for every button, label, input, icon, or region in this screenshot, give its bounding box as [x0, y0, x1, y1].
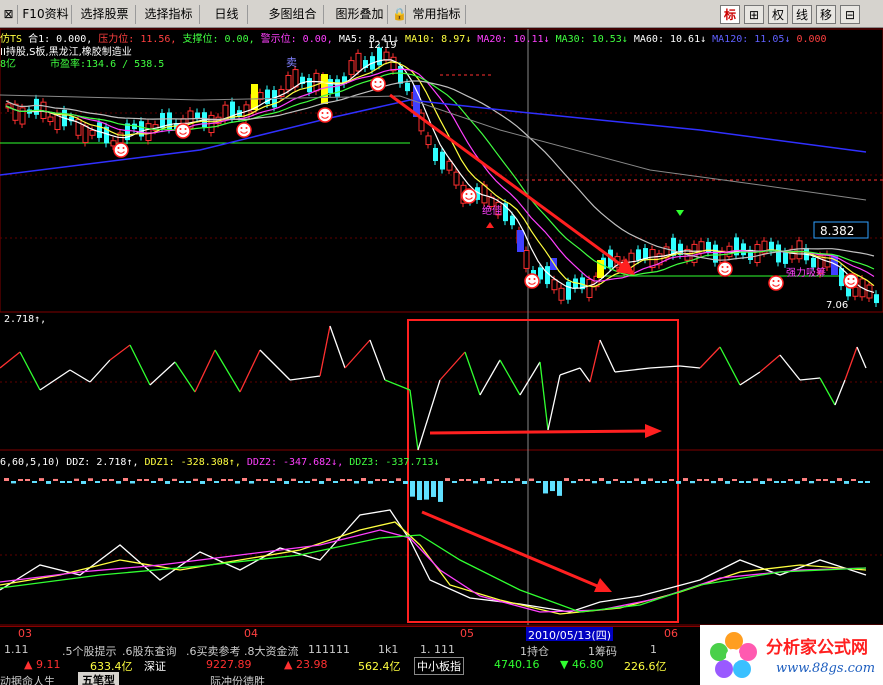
index3-change: ▼ 46.80 — [560, 658, 604, 671]
status-function-item[interactable]: .8大资金流 — [244, 643, 299, 659]
absorb-signal-tag: 强力吸筹 — [786, 266, 826, 279]
index1-name[interactable]: 深证 — [144, 658, 166, 674]
index2-change: ▲ 23.98 — [284, 658, 328, 671]
ime-hint-right: 际冲份德胜 — [210, 675, 265, 685]
month-label: 03 — [18, 627, 32, 640]
site-watermark: 分析家公式网 www.88gs.com — [700, 625, 883, 685]
status-function-item[interactable]: 1k1 — [378, 643, 398, 656]
low-price-label: 7.06 — [826, 300, 848, 311]
down-arrow-icon — [676, 210, 684, 216]
oscillator-line — [0, 325, 867, 451]
indicator-value: 0.000 — [790, 34, 827, 45]
trend-arrow-main — [389, 93, 635, 275]
trend-arrow-sub1 — [429, 424, 662, 438]
ddz-value: DDZ1: -328.308↑, — [138, 457, 241, 468]
sub2-indicator-values: DDZ: 2.718↑, DDZ1: -328.308↑, DDZ2: -347… — [66, 457, 439, 468]
sub2-header: 6,60,5,10) DDZ: 2.718↑, DDZ1: -328.308↑,… — [0, 457, 440, 468]
index3-amount: 226.6亿 — [624, 660, 667, 673]
up-arrow-icon — [486, 222, 494, 228]
main-indicator-values: 合1: 0.000, 压力位: 11.56, 支撑位: 0.00, 警示位: 0… — [28, 34, 826, 45]
pe-ratio: 市盈率:134.6 / 538.5 — [50, 59, 165, 70]
indicator-value: 警示位: 0.00, — [254, 34, 333, 45]
flower-logo-icon — [710, 632, 757, 678]
index2-amount: 562.4亿 — [358, 660, 401, 673]
ime-hint-left: 动据命人生 — [0, 675, 55, 685]
month-label: 04 — [244, 627, 258, 640]
indicator-value: MA20: 10.11↓ — [471, 34, 550, 45]
watermark-url: www.88gs.com — [776, 661, 876, 676]
highlight-box — [407, 319, 679, 623]
moving-average-lines — [0, 59, 875, 293]
indicator-value: 支撑位: 0.00, — [176, 34, 255, 45]
trend-arrow-sub2 — [421, 510, 612, 592]
sub1-label: 2.718↑, — [4, 314, 47, 325]
market-cap: 8亿 — [0, 59, 17, 70]
status-function-item[interactable]: .6买卖参考 — [186, 643, 241, 659]
price-tag: 8.382 — [820, 224, 854, 238]
ddz-value: DDZ: 2.718↑, — [66, 457, 139, 468]
index3-name[interactable]: 中小板指 — [414, 657, 464, 675]
indicator-value: MA30: 10.53↓ — [549, 34, 628, 45]
status-function-item[interactable]: 1筹码 — [588, 643, 617, 659]
chart-canvas[interactable]: 8.382 卖 绝佳 强力吸筹 12.19 7.06 — [0, 0, 883, 626]
status-bar: 1.11 .5个股提示 .6股东查询 .6买卖参考 .8大资金流 111111 1k1 1. … — [0, 641, 700, 685]
sub2-params: 6,60,5,10) — [0, 457, 61, 468]
status-function-item[interactable]: .6股东查询 — [122, 643, 177, 659]
status-function-item[interactable]: .5个股提示 — [62, 643, 117, 659]
indicator-value: MA5: 8.41↓ — [332, 34, 400, 45]
ddz-value: DDZ3: -337.713↓ — [343, 457, 440, 468]
ddz-lines — [0, 509, 867, 615]
index2-value: 9227.89 — [206, 658, 252, 671]
index1-value: ▲ 9.11 — [24, 658, 61, 671]
status-function-item[interactable]: 1 — [650, 643, 657, 656]
status-function-item[interactable]: 1持仓 — [520, 643, 549, 659]
status-function-item[interactable]: 1.11 — [4, 643, 29, 656]
status-function-item[interactable]: 1. 111 — [420, 643, 455, 656]
month-label: 05 — [460, 627, 474, 640]
watermark-title: 分析家公式网 — [766, 638, 868, 658]
ime-mode-button[interactable]: 五笔型 — [78, 672, 119, 685]
indicator-value: MA60: 10.61↓ — [627, 34, 707, 45]
sell-signal-tag: 卖 — [286, 56, 297, 69]
ddz-histogram — [4, 478, 870, 502]
indicator-value: MA120: 11.05↓ — [706, 34, 791, 45]
status-function-item[interactable]: 111111 — [308, 643, 350, 656]
month-label: 06 — [664, 627, 678, 640]
index3-value: 4740.16 — [494, 658, 540, 671]
indicator-value: MA10: 8.97↓ — [399, 34, 472, 45]
buy-signal-tag: 绝佳 — [482, 204, 502, 217]
ddz-value: DDZ2: -347.682↓, — [240, 457, 344, 468]
